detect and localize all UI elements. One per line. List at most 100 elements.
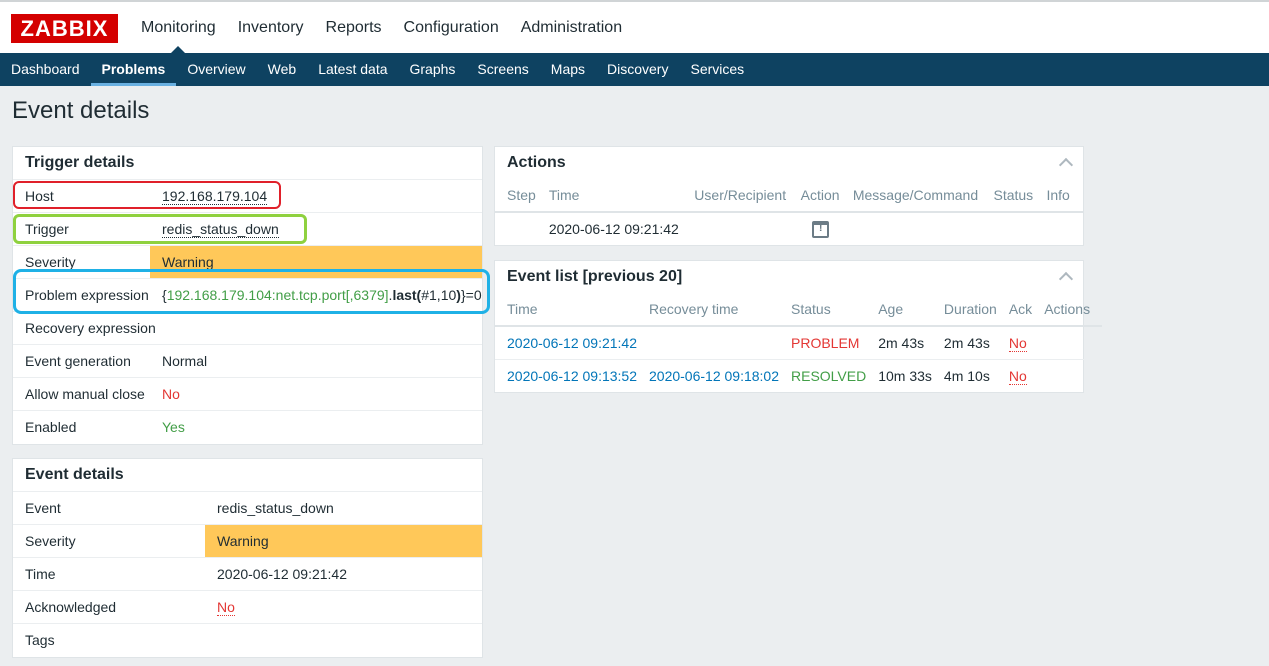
cell-actions xyxy=(1032,359,1102,392)
event-row: Event redis_status_down xyxy=(13,491,482,524)
submenu-latest-data[interactable]: Latest data xyxy=(307,53,398,86)
col-time: Time xyxy=(536,179,683,213)
event-time-value: 2020-06-12 09:21:42 xyxy=(217,566,347,582)
event-severity-row: Severity Warning xyxy=(13,524,482,557)
ack-link[interactable]: No xyxy=(1008,334,1027,352)
event-list-title-text: Event list [previous 20] xyxy=(507,268,683,285)
trigger-details-title: Trigger details xyxy=(25,154,135,171)
highlight-box-blue xyxy=(13,269,490,314)
main-menu: Monitoring Inventory Reports Configurati… xyxy=(130,2,633,54)
menu-administration[interactable]: Administration xyxy=(510,2,633,53)
manual-close-label: Allow manual close xyxy=(25,386,145,402)
submenu-discovery[interactable]: Discovery xyxy=(596,53,679,86)
calendar-alert-icon[interactable] xyxy=(812,220,830,238)
cell-action xyxy=(789,212,841,245)
event-list-table: Time Recovery time Status Age Duration A… xyxy=(495,293,1103,392)
collapse-chevron-icon[interactable] xyxy=(1059,155,1073,169)
table-row: 2020-06-12 09:13:52 2020-06-12 09:18:02 … xyxy=(495,359,1102,392)
col-step: Step xyxy=(495,179,537,213)
submenu-dashboard[interactable]: Dashboard xyxy=(0,53,91,86)
cell-age: 2m 43s xyxy=(866,326,932,360)
event-severity-value: Warning xyxy=(205,525,482,557)
cell-info xyxy=(1034,212,1083,245)
table-row: 2020-06-12 09:21:42 PROBLEM 2m 43s 2m 43… xyxy=(495,326,1103,360)
col-age: Age xyxy=(866,293,932,327)
submenu-services[interactable]: Services xyxy=(679,53,755,86)
status-resolved: RESOLVED xyxy=(791,367,867,384)
event-time-link[interactable]: 2020-06-12 09:13:52 xyxy=(507,368,637,384)
col-ack: Ack xyxy=(996,293,1033,327)
severity-label: Severity xyxy=(25,254,76,270)
actions-panel: Actions Step Time User/Recipient Action … xyxy=(494,146,1084,246)
manual-close-value: No xyxy=(162,386,180,402)
event-list-panel: Event list [previous 20] Time Recovery t… xyxy=(494,260,1103,393)
cell-age: 10m 33s xyxy=(878,367,932,384)
cell-duration: 2m 43s xyxy=(931,326,997,360)
col-time: Time xyxy=(495,293,637,327)
col-status: Status xyxy=(981,179,1035,213)
page-title: Event details xyxy=(12,97,150,124)
submenu-web[interactable]: Web xyxy=(257,53,308,86)
event-generation-value: Normal xyxy=(162,353,208,369)
actions-title: Actions xyxy=(495,147,1083,179)
event-time-row: Time 2020-06-12 09:21:42 xyxy=(13,557,482,590)
tags-label: Tags xyxy=(25,632,55,648)
submenu-screens[interactable]: Screens xyxy=(466,53,539,86)
top-bar: ZABBIX Monitoring Inventory Reports Conf… xyxy=(0,0,1269,54)
enabled-label: Enabled xyxy=(25,419,77,435)
cell-step xyxy=(495,212,537,245)
event-severity-label: Severity xyxy=(25,533,76,549)
cell-duration: 4m 10s xyxy=(943,367,990,384)
ack-link[interactable]: No xyxy=(1008,367,1027,385)
col-recovery-time: Recovery time xyxy=(637,293,779,327)
col-info: Info xyxy=(1034,179,1083,213)
menu-reports[interactable]: Reports xyxy=(315,2,393,53)
event-time-label: Time xyxy=(25,566,56,582)
cell-message xyxy=(841,212,982,245)
submenu-overview[interactable]: Overview xyxy=(176,53,256,86)
menu-inventory[interactable]: Inventory xyxy=(227,2,315,53)
status-problem: PROBLEM xyxy=(779,326,867,360)
recovery-time-link[interactable]: 2020-06-12 09:18:02 xyxy=(649,368,779,384)
cell-status xyxy=(981,212,1034,245)
cell-user xyxy=(682,212,788,245)
tags-row: Tags xyxy=(13,623,482,656)
actions-title-text: Actions xyxy=(507,154,566,171)
event-value: redis_status_down xyxy=(217,500,334,516)
enabled-row: Enabled Yes xyxy=(13,410,482,443)
recovery-expression-label: Recovery expression xyxy=(25,320,156,336)
highlight-box-green xyxy=(13,214,307,244)
sub-menu: Dashboard Problems Overview Web Latest d… xyxy=(0,53,1269,86)
collapse-chevron-icon[interactable] xyxy=(1059,269,1073,283)
submenu-maps[interactable]: Maps xyxy=(540,53,596,86)
tags-value xyxy=(205,624,482,656)
event-list-title: Event list [previous 20] xyxy=(495,261,1083,293)
col-duration: Duration xyxy=(931,293,997,327)
table-row: 2020-06-12 09:21:42 xyxy=(495,212,1083,245)
event-label: Event xyxy=(25,500,61,516)
acknowledged-row: Acknowledged No xyxy=(13,590,482,623)
acknowledged-link[interactable]: No xyxy=(217,599,235,616)
submenu-problems[interactable]: Problems xyxy=(90,53,177,86)
zabbix-logo[interactable]: ZABBIX xyxy=(11,14,118,43)
recovery-expression-value xyxy=(313,312,482,344)
event-details-panel: Event details Event redis_status_down Se… xyxy=(12,458,483,658)
cell-time: 2020-06-12 09:21:42 xyxy=(548,221,679,237)
menu-configuration[interactable]: Configuration xyxy=(393,2,510,53)
col-action: Action xyxy=(788,179,841,213)
menu-monitoring[interactable]: Monitoring xyxy=(130,2,227,54)
event-generation-label: Event generation xyxy=(25,353,131,369)
acknowledged-label: Acknowledged xyxy=(25,599,117,615)
col-actions: Actions xyxy=(1032,293,1103,327)
enabled-value: Yes xyxy=(162,419,185,435)
cell-actions xyxy=(1032,326,1103,360)
actions-table: Step Time User/Recipient Action Message/… xyxy=(495,179,1083,245)
manual-close-row: Allow manual close No xyxy=(13,377,482,410)
event-time-link[interactable]: 2020-06-12 09:21:42 xyxy=(507,335,637,351)
event-details-title: Event details xyxy=(25,466,124,483)
col-user-recipient: User/Recipient xyxy=(682,179,789,213)
event-generation-row: Event generation Normal xyxy=(13,344,482,377)
submenu-graphs[interactable]: Graphs xyxy=(399,53,467,86)
col-message-command: Message/Command xyxy=(840,179,982,213)
highlight-box-red xyxy=(13,181,281,209)
